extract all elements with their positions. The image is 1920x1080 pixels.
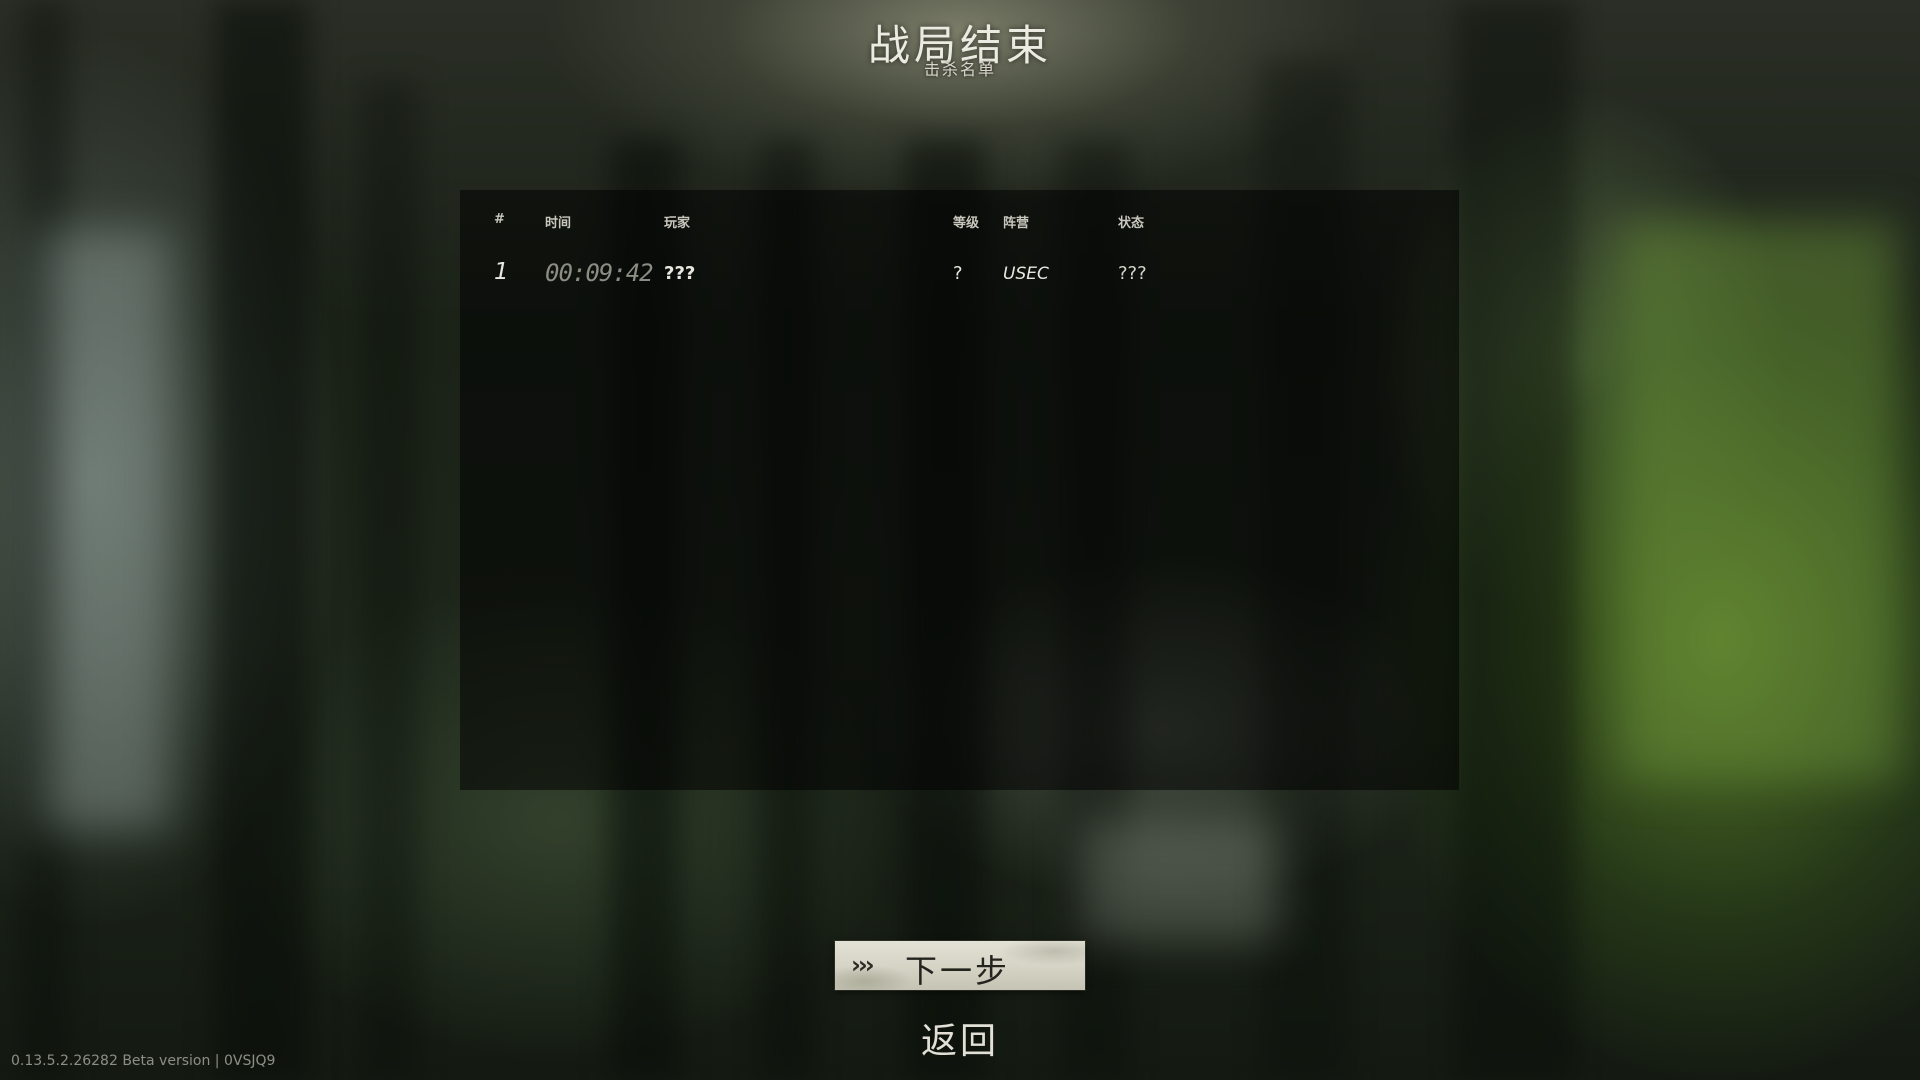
background-light-patch (40, 230, 170, 830)
background-tree-trunk (215, 0, 310, 1080)
row-number: 1 (494, 259, 509, 285)
background-light-patch (1620, 220, 1900, 780)
raid-end-screen: 战局结束 击杀名单 # 时间 玩家 等级 阵营 状态 1 00:09:42 ??… (0, 0, 1920, 1080)
version-label: 0.13.5.2.26282 Beta version | 0VSJQ9 (11, 1053, 276, 1069)
column-header-side: 阵营 (1003, 216, 1030, 231)
row-status: ??? (1118, 263, 1147, 284)
background-tree-trunk (1455, 0, 1575, 1080)
row-side: USEC (1003, 264, 1049, 284)
background-tree-trunk (360, 80, 420, 1080)
next-button-label: 下一步 (905, 952, 1011, 990)
next-button[interactable]: ››› 下一步 (835, 941, 1085, 990)
column-header-status: 状态 (1118, 216, 1145, 231)
page-subtitle: 击杀名单 (923, 60, 996, 79)
row-time: 00:09:42 (545, 259, 654, 287)
kill-list-panel: # 时间 玩家 等级 阵营 状态 1 00:09:42 ??? ? USEC ?… (460, 190, 1459, 790)
triple-chevron-right-icon: ››› (851, 951, 875, 979)
back-button[interactable]: 返回 (921, 1021, 999, 1062)
column-header-level: 等级 (953, 216, 980, 231)
back-button-row: 返回 (0, 1012, 1920, 1064)
table-row[interactable]: 1 00:09:42 ??? ? USEC ??? (460, 256, 1459, 294)
column-header-time: 时间 (545, 216, 572, 231)
background-light-patch (1080, 820, 1280, 940)
column-header-number: # (494, 212, 505, 227)
table-header: # 时间 玩家 等级 阵营 状态 (460, 208, 1459, 232)
column-header-player: 玩家 (664, 216, 691, 231)
row-player: ??? (664, 263, 696, 284)
row-level: ? (953, 263, 963, 284)
